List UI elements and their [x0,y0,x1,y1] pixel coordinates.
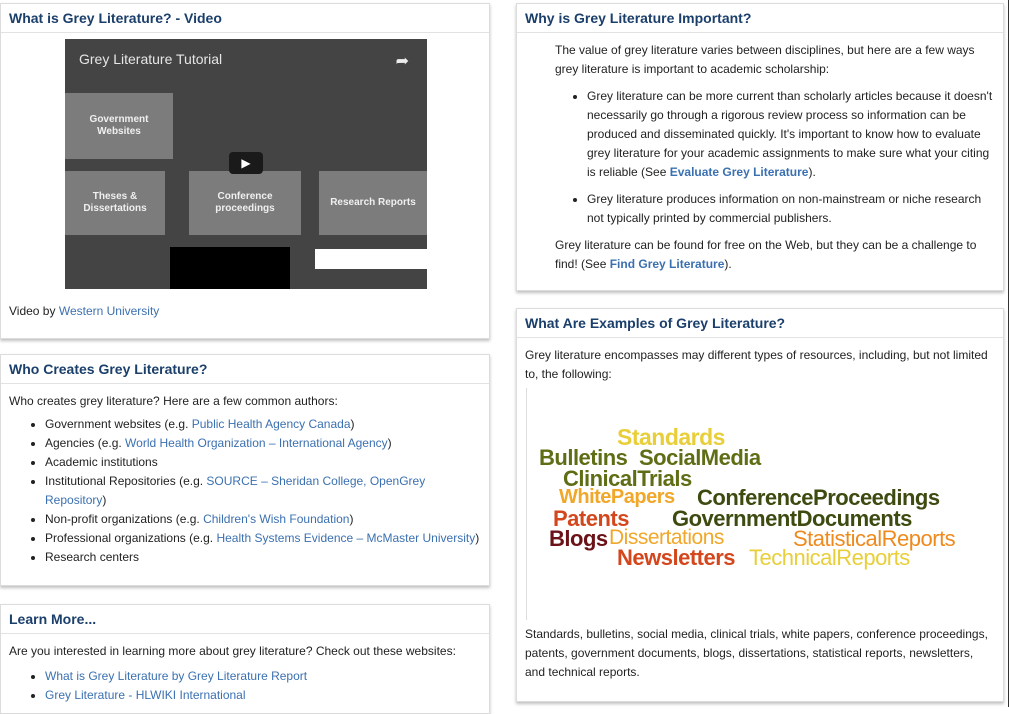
video-tile: Conference proceedings [189,171,301,235]
item-link[interactable]: Health Systems Evidence – McMaster Unive… [216,531,475,545]
list-item: Academic institutions [45,453,481,472]
list-item: Grey literature produces information on … [587,190,995,228]
examples-caption: Standards, bulletins, social media, clin… [525,627,988,679]
list-item: Research centers [45,548,481,567]
item-link[interactable]: Children's Wish Foundation [203,512,349,526]
importance-box: Why is Grey Literature Important? The va… [516,3,1004,291]
video-box-title: What is Grey Literature? - Video [1,4,489,33]
find-link[interactable]: Find Grey Literature [610,257,725,271]
share-icon[interactable]: ➦ [396,51,409,71]
video-tile: Theses & Dissertations [65,171,165,235]
video-credit: Video by Western University [9,304,160,318]
learn-more-title: Learn More... [1,605,489,634]
list-item: What is Grey Literature by Grey Literatu… [45,667,481,686]
cloud-word: Blogs [549,526,608,551]
cloud-word: TechnicalReports [749,545,910,570]
creators-intro: Who creates grey literature? Here are a … [9,394,338,408]
video-bar [170,247,290,289]
video-title: Grey Literature Tutorial [79,51,223,67]
learn-more-list: What is Grey Literature by Grey Literatu… [9,667,481,705]
evaluate-link[interactable]: Evaluate Grey Literature [670,165,809,179]
importance-intro: The value of grey literature varies betw… [555,43,975,76]
importance-outro: Grey literature can be found for free on… [555,238,977,271]
video-tile: Research Reports [319,171,427,235]
video-player[interactable]: Grey Literature Tutorial ➦ Government We… [65,39,427,289]
learn-more-box: Learn More... Are you interested in lear… [0,604,490,714]
play-icon[interactable]: ▶ [229,152,263,174]
list-item: Grey literature can be more current than… [587,87,995,182]
creators-list: Government websites (e.g. Public Health … [9,415,481,567]
cloud-word: Newsletters [617,545,736,570]
importance-list: Grey literature can be more current than… [555,87,995,228]
video-tile: Government Websites [65,93,173,159]
list-item: Government websites (e.g. Public Health … [45,415,481,434]
examples-intro: Grey literature encompasses may differen… [525,348,988,381]
list-item: Professional organizations (e.g. Health … [45,529,481,548]
importance-box-title: Why is Grey Literature Important? [517,4,1003,33]
learn-link[interactable]: Grey Literature - HLWIKI International [45,688,246,702]
list-item: Grey Literature - HLWIKI International [45,686,481,705]
list-item: Non-profit organizations (e.g. Children'… [45,510,481,529]
examples-box-title: What Are Examples of Grey Literature? [517,309,1003,338]
item-link[interactable]: World Health Organization – Internationa… [125,436,388,450]
learn-link[interactable]: What is Grey Literature by Grey Literatu… [45,669,307,683]
credit-link[interactable]: Western University [59,304,159,318]
video-box: What is Grey Literature? - Video Grey Li… [0,3,490,339]
learn-more-intro: Are you interested in learning more abou… [9,644,456,658]
creators-box-title: Who Creates Grey Literature? [1,355,489,384]
video-bar [315,249,427,269]
list-item: Agencies (e.g. World Health Organization… [45,434,481,453]
creators-box: Who Creates Grey Literature? Who creates… [0,354,490,586]
word-cloud-image: Standards Bulletins SocialMedia Clinical… [526,388,987,620]
list-item: Institutional Repositories (e.g. SOURCE … [45,472,481,510]
item-link[interactable]: Public Health Agency Canada [192,417,351,431]
